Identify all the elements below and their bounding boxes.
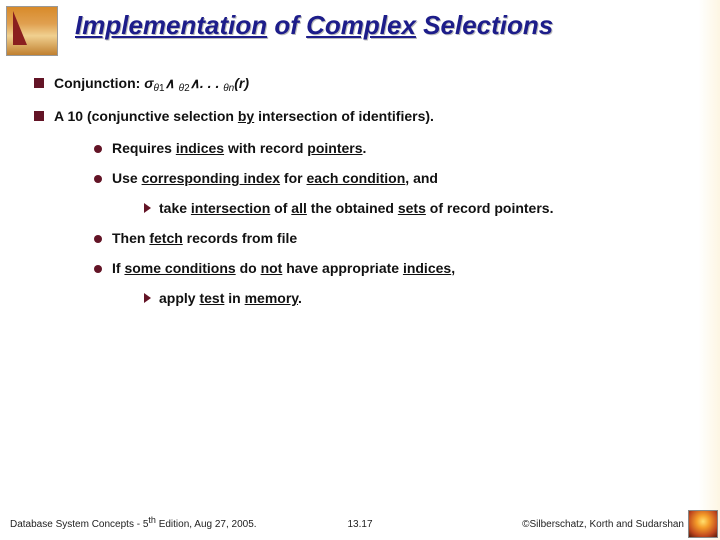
footer-left-sup: th	[148, 515, 156, 525]
t: some conditions	[124, 260, 235, 276]
sailboat-icon	[13, 11, 27, 45]
t: the obtained	[307, 200, 398, 216]
t: sets	[398, 200, 426, 216]
bullet-text: Use corresponding index for each conditi…	[112, 170, 438, 186]
arrow-bullet-icon	[144, 293, 151, 303]
bullet-text: Conjunction: σθ1∧ θ2∧. . . θn(r)	[54, 75, 249, 92]
bullet-take-intersection: take intersection of all the obtained se…	[144, 200, 690, 216]
square-bullet-icon	[34, 78, 44, 88]
t: indices	[403, 260, 451, 276]
footer-sunset-icon	[688, 510, 718, 538]
slide-title: Implementation of Complex Selections	[75, 10, 700, 41]
sub-n: n	[229, 83, 235, 94]
title-word-1: Implementation	[75, 10, 267, 40]
t: with record	[224, 140, 307, 156]
and-1: ∧	[165, 75, 175, 91]
t: of	[270, 200, 291, 216]
t: in	[224, 290, 244, 306]
bullet-text: If some conditions do not have appropria…	[112, 260, 455, 276]
t: fetch	[149, 230, 182, 246]
t: .	[298, 290, 302, 306]
bullet-conjunction: Conjunction: σθ1∧ θ2∧. . . θn(r)	[34, 75, 690, 92]
bullet-text: Then fetch records from file	[112, 230, 297, 246]
dot-bullet-icon	[94, 175, 102, 183]
footer-left-2: Edition, Aug 27, 2005.	[156, 519, 257, 530]
r-arg: (r)	[234, 75, 249, 91]
t: If	[112, 260, 124, 276]
dot-bullet-icon	[94, 265, 102, 273]
bullet-requires: Requires indices with record pointers.	[94, 140, 690, 156]
sub-1: 1	[159, 83, 165, 94]
conjunction-label: Conjunction:	[54, 75, 144, 91]
bullet-text: apply test in memory.	[159, 290, 302, 306]
t: corresponding index	[142, 170, 280, 186]
t: have appropriate	[282, 260, 403, 276]
t: , and	[405, 170, 438, 186]
title-word-3: Complex	[306, 10, 416, 40]
t: pointers	[307, 140, 362, 156]
bullet-use-index: Use corresponding index for each conditi…	[94, 170, 690, 186]
footer-page-number: 13.17	[347, 519, 372, 530]
dot-bullet-icon	[94, 235, 102, 243]
bullet-a10: A 10 (conjunctive selection by intersect…	[34, 108, 690, 124]
t: records from file	[183, 230, 297, 246]
bullet-then-fetch: Then fetch records from file	[94, 230, 690, 246]
bullet-if-conditions: If some conditions do not have appropria…	[94, 260, 690, 276]
bullet-text: A 10 (conjunctive selection by intersect…	[54, 108, 434, 124]
t: Use	[112, 170, 142, 186]
title-word-4: Selections	[416, 10, 553, 40]
t: for	[280, 170, 306, 186]
bullet-apply-test: apply test in memory.	[144, 290, 690, 306]
title-word-2: of	[267, 10, 306, 40]
t: take	[159, 200, 191, 216]
and-2: ∧	[190, 75, 200, 91]
slide-body: Conjunction: σθ1∧ θ2∧. . . θn(r) A 10 (c…	[34, 75, 690, 318]
header-thumbnail	[6, 6, 58, 56]
arrow-bullet-icon	[144, 203, 151, 213]
a10-text: A 10 (conjunctive selection	[54, 108, 238, 124]
sub-2: 2	[184, 83, 190, 94]
footer-left-1: Database System Concepts - 5	[10, 519, 148, 530]
t: Then	[112, 230, 149, 246]
t: test	[199, 290, 224, 306]
t: intersection	[191, 200, 270, 216]
footer-copyright: ©Silberschatz, Korth and Sudarshan	[522, 519, 684, 530]
t: memory	[245, 290, 298, 306]
t: do	[236, 260, 261, 276]
t: all	[291, 200, 307, 216]
t: each condition	[307, 170, 406, 186]
dots: . . .	[200, 75, 223, 91]
bullet-text: take intersection of all the obtained se…	[159, 200, 553, 216]
slide: Implementation of Complex Selections Con…	[0, 0, 720, 540]
bullet-text: Requires indices with record pointers.	[112, 140, 366, 156]
t: not	[261, 260, 283, 276]
footer-left: Database System Concepts - 5th Edition, …	[10, 519, 257, 530]
a10-by: by	[238, 108, 254, 124]
theta-n: θ	[223, 83, 228, 94]
t: apply	[159, 290, 199, 306]
t: indices	[176, 140, 224, 156]
t: Requires	[112, 140, 176, 156]
dot-bullet-icon	[94, 145, 102, 153]
t: .	[363, 140, 367, 156]
t: of record pointers.	[426, 200, 554, 216]
square-bullet-icon	[34, 111, 44, 121]
sigma-symbol: σ	[144, 75, 153, 91]
t: ,	[451, 260, 455, 276]
a10-rest: intersection of identifiers).	[254, 108, 434, 124]
